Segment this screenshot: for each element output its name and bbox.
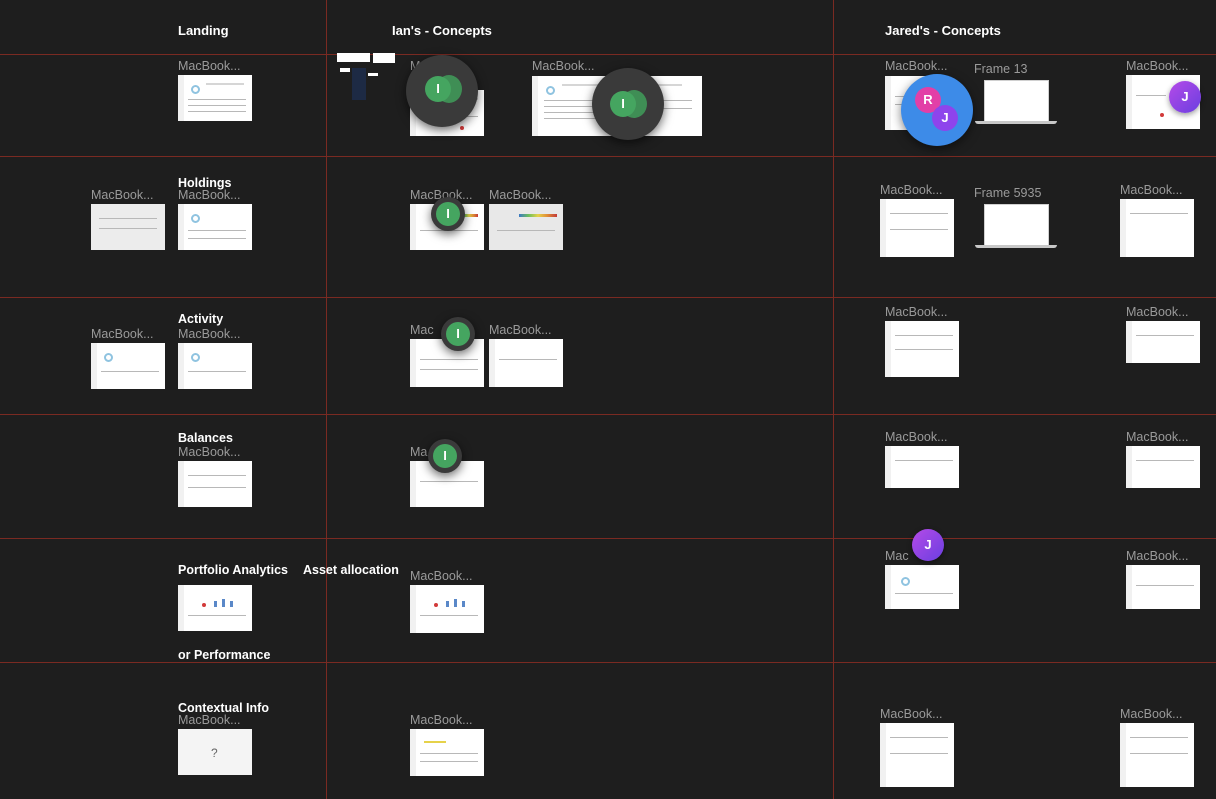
frame-label: Mac — [885, 549, 909, 563]
frame-thumbnail[interactable] — [885, 446, 959, 488]
frame-label: Frame 13 — [974, 62, 1028, 76]
grid-line — [0, 54, 1216, 55]
frame-thumbnail[interactable] — [1120, 723, 1194, 787]
column-heading-ians-concepts: Ian's - Concepts — [392, 23, 492, 38]
frame-label: MacBook... — [1126, 59, 1189, 73]
frame-label: MacBook... — [1120, 707, 1183, 721]
column-heading-landing: Landing — [178, 23, 229, 38]
collaborator-avatar-ian[interactable]: I — [610, 91, 636, 117]
grid-line — [0, 662, 1216, 663]
row-heading-balances: Balances — [178, 431, 233, 445]
frame-label: MacBook... — [880, 183, 943, 197]
frame-thumbnail[interactable] — [489, 204, 563, 250]
frame-label: MacBook... — [178, 327, 241, 341]
frame-label: MacBook... — [885, 305, 948, 319]
frame-label: MacBook... — [489, 188, 552, 202]
collaborator-avatar-ian[interactable]: I — [425, 76, 451, 102]
frame-label: MacBook... — [532, 59, 595, 73]
frame-thumbnail[interactable] — [885, 321, 959, 377]
laptop-mockup[interactable] — [975, 204, 1057, 250]
grid-line — [0, 414, 1216, 415]
frame-thumbnail[interactable] — [178, 585, 252, 631]
design-canvas[interactable]: Landing Ian's - Concepts Jared's - Conce… — [0, 0, 1216, 799]
frame-thumbnail[interactable] — [1126, 565, 1200, 609]
frame-thumbnail[interactable] — [880, 199, 954, 257]
row-heading-asset-allocation: Asset allocation — [303, 563, 399, 577]
frame-label: Frame 5935 — [974, 186, 1042, 200]
frame-thumbnail[interactable] — [1120, 199, 1194, 257]
frame-label: MacBook... — [1126, 430, 1189, 444]
frame-thumbnail[interactable] — [178, 75, 252, 121]
frame-label: MacBook... — [885, 430, 948, 444]
collaborator-avatar-ian[interactable]: I — [446, 322, 470, 346]
frame-label: MacBook... — [1126, 305, 1189, 319]
question-mark-icon: ? — [211, 746, 218, 760]
collaborator-avatar-ian[interactable]: I — [433, 444, 457, 468]
collaborator-avatar-ian[interactable]: I — [436, 202, 460, 226]
grid-line — [326, 0, 327, 799]
row-heading-or-performance: or Performance — [178, 648, 271, 662]
frame-label: MacBook... — [178, 445, 241, 459]
frame-label: MacBook... — [178, 59, 241, 73]
frame-label: MacBook... — [178, 713, 241, 727]
frame-thumbnail[interactable] — [410, 585, 484, 633]
grid-line — [833, 0, 834, 799]
laptop-mockup[interactable] — [975, 80, 1057, 126]
grid-line — [0, 156, 1216, 157]
frame-thumbnail[interactable] — [880, 723, 954, 787]
frame-thumbnail[interactable] — [178, 461, 252, 507]
frame-label: MacBook... — [885, 59, 948, 73]
frame-label: MacBook... — [410, 713, 473, 727]
collaborator-avatar-jared[interactable]: J — [912, 529, 944, 561]
grid-line — [0, 538, 1216, 539]
frame-label: MacBook... — [91, 327, 154, 341]
collaborator-avatar-jared[interactable]: J — [1169, 81, 1201, 113]
frame-label: MacBook... — [91, 188, 154, 202]
frame-label: MacBook... — [880, 707, 943, 721]
frame-label: MacBook... — [1120, 183, 1183, 197]
frame-thumbnail[interactable] — [91, 343, 165, 389]
column-heading-jareds-concepts: Jared's - Concepts — [885, 23, 1001, 38]
row-heading-activity: Activity — [178, 312, 224, 326]
frame-label: MacBook... — [178, 188, 241, 202]
mini-frame[interactable] — [373, 53, 395, 63]
mini-nav-frame[interactable] — [352, 68, 366, 100]
frame-thumbnail[interactable] — [178, 204, 252, 250]
frame-thumbnail-placeholder[interactable]: ? — [178, 729, 252, 775]
mini-frame[interactable] — [340, 68, 350, 72]
mini-frame[interactable] — [337, 53, 370, 62]
frame-thumbnail[interactable] — [489, 339, 563, 387]
frame-thumbnail[interactable] — [1126, 321, 1200, 363]
frame-label: Ma — [410, 445, 428, 459]
frame-thumbnail[interactable] — [885, 565, 959, 609]
row-heading-portfolio-analytics: Portfolio Analytics — [178, 563, 288, 577]
frame-thumbnail[interactable] — [410, 729, 484, 776]
collaborator-avatar-jared[interactable]: J — [932, 105, 958, 131]
frame-label: Mac — [410, 323, 434, 337]
frame-label: MacBook... — [410, 569, 473, 583]
frame-label: MacBook... — [1126, 549, 1189, 563]
frame-thumbnail[interactable] — [178, 343, 252, 389]
frame-thumbnail[interactable] — [1126, 446, 1200, 488]
frame-label: MacBook... — [489, 323, 552, 337]
grid-line — [0, 297, 1216, 298]
frame-thumbnail[interactable] — [91, 204, 165, 250]
mini-frame[interactable] — [368, 73, 378, 76]
